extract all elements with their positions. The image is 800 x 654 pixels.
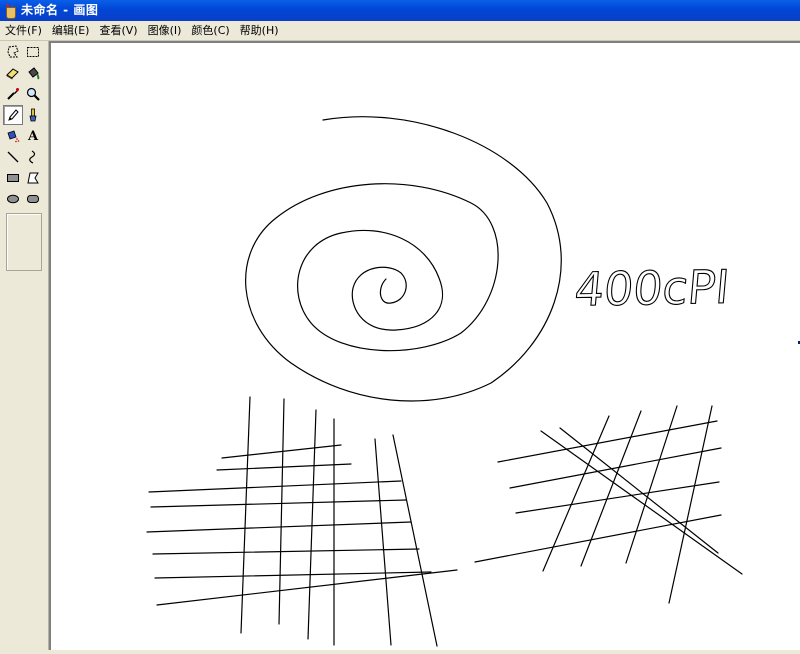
brush-tool[interactable] [23,105,43,125]
left-grid-horizontal-3 [148,480,402,493]
left-grid-vertical-5 [374,438,392,646]
polygon-icon [27,172,39,184]
menu-image[interactable]: 图像(I) [143,22,187,40]
color-picker-icon [7,88,19,100]
line-icon [7,151,19,163]
right-grid-descending-2 [559,427,719,554]
brush-icon [29,108,37,122]
airbrush-tool[interactable] [3,126,23,146]
text-tool[interactable]: A [23,126,43,146]
line-tool[interactable] [3,147,23,167]
curve-icon [29,150,36,164]
rectangle-select-icon [27,47,39,57]
paint-app-icon[interactable] [3,3,17,19]
magnifier-icon [26,87,40,101]
title-bar[interactable]: 未命名 - 画图 [0,0,800,21]
right-grid-rising-3 [515,481,720,514]
left-grid-horizontal-7 [154,571,432,579]
left-grid-horizontal-2 [216,463,352,471]
handwritten-text: 400cPI [573,260,732,317]
left-grid-horizontal-6 [152,548,420,555]
pencil-icon [8,109,19,121]
menu-bar: 文件(F) 编辑(E) 查看(V) 图像(I) 颜色(C) 帮助(H) [0,21,800,41]
ellipse-tool[interactable] [3,189,23,209]
canvas-drawing: 400cPI [146,116,743,647]
curve-tool[interactable] [23,147,43,167]
menu-view[interactable]: 查看(V) [94,22,142,40]
airbrush-icon [7,130,20,143]
right-grid-steep-4 [668,405,713,604]
window-title: 未命名 - 画图 [21,3,99,17]
eraser-tool[interactable] [3,63,23,83]
rectangle-tool[interactable] [3,168,23,188]
canvas-scroll-area[interactable]: 400cPI [49,41,800,650]
left-grid-horizontal-5 [146,521,412,533]
left-grid-horizontal-4 [150,499,407,508]
fill-tool[interactable] [23,63,43,83]
rounded-rectangle-tool[interactable] [23,189,43,209]
tool-box: A [0,41,49,650]
menu-file[interactable]: 文件(F) [0,22,47,40]
ellipse-icon [7,194,19,204]
menu-colors[interactable]: 颜色(C) [186,22,234,40]
rectangle-icon [7,174,19,182]
polygon-tool[interactable] [23,168,43,188]
pencil-tool[interactable] [3,105,23,125]
left-grid-vertical-1 [240,396,251,634]
magnifier-tool[interactable] [23,84,43,104]
menu-edit[interactable]: 编辑(E) [47,22,95,40]
free-form-select-icon [7,45,19,58]
drawing-canvas[interactable]: 400cPI [51,43,800,650]
color-picker-tool[interactable] [3,84,23,104]
fill-bucket-icon [28,67,40,80]
tool-options-panel[interactable] [6,213,42,271]
menu-help[interactable]: 帮助(H) [235,22,284,40]
free-form-select-tool[interactable] [3,42,23,62]
right-grid-rising-1 [497,420,718,463]
rectangle-select-tool[interactable] [23,42,43,62]
spiral-stroke [245,116,562,402]
rounded-rectangle-icon [27,195,39,203]
eraser-icon [6,68,19,80]
left-grid-vertical-6 [392,434,438,647]
right-grid-descending-1 [540,430,743,575]
text-icon: A [27,128,39,144]
left-grid-vertical-3 [307,409,317,640]
left-grid-horizontal-1 [221,444,342,459]
